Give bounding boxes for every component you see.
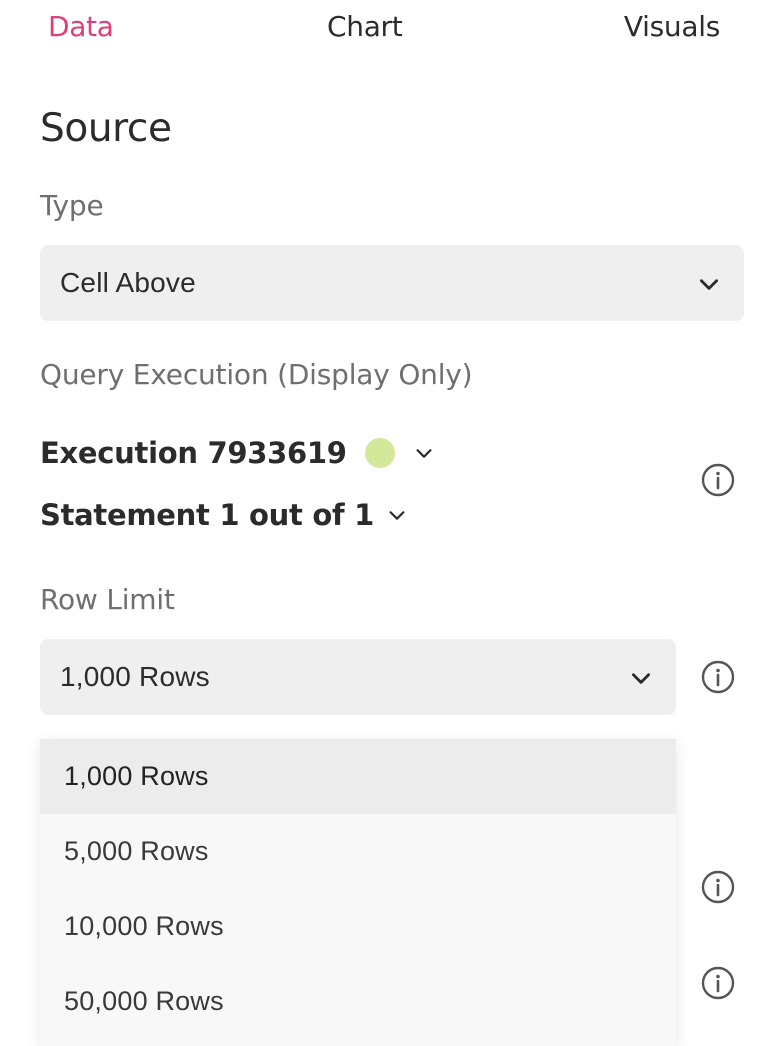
row-limit-dropdown-menu: 1,000 Rows 5,000 Rows 10,000 Rows 50,000…: [40, 739, 676, 1046]
statement-label: Statement 1 out of 1: [40, 498, 374, 532]
tab-visuals[interactable]: Visuals: [624, 8, 720, 46]
info-icon[interactable]: [700, 965, 736, 1001]
chart-config-panel: Data Chart Visuals Source Type Cell Abov…: [0, 0, 764, 1046]
chevron-down-icon: [389, 511, 405, 520]
info-icon[interactable]: [700, 869, 736, 905]
dropdown-option-1000-rows[interactable]: 1,000 Rows: [40, 739, 676, 814]
statement-selector[interactable]: Statement 1 out of 1: [40, 494, 408, 536]
execution-label: Execution 7933619: [40, 436, 347, 470]
section-title-source: Source: [40, 106, 172, 151]
row-limit-label: Row Limit: [40, 583, 175, 616]
tab-chart[interactable]: Chart: [327, 8, 403, 46]
query-execution-label: Query Execution (Display Only): [40, 358, 473, 391]
row-limit-select-value: 1,000 Rows: [60, 661, 210, 692]
type-select[interactable]: Cell Above: [40, 245, 744, 321]
row-limit-select[interactable]: 1,000 Rows: [40, 639, 676, 715]
info-icon[interactable]: [700, 659, 736, 695]
info-icon[interactable]: [700, 462, 736, 498]
tab-data[interactable]: Data: [48, 8, 114, 46]
chevron-down-icon: [632, 673, 650, 684]
chevron-down-icon: [416, 449, 432, 458]
dropdown-option-50000-rows[interactable]: 50,000 Rows: [40, 964, 676, 1039]
type-select-value: Cell Above: [60, 267, 196, 298]
execution-selector[interactable]: Execution 7933619: [40, 432, 435, 474]
dropdown-option-10000-rows[interactable]: 10,000 Rows: [40, 889, 676, 964]
panel-tabs: Data Chart Visuals: [0, 0, 764, 56]
type-label: Type: [40, 189, 104, 222]
dropdown-option-5000-rows[interactable]: 5,000 Rows: [40, 814, 676, 889]
chevron-down-icon: [700, 279, 718, 290]
status-dot-icon: [364, 438, 395, 468]
